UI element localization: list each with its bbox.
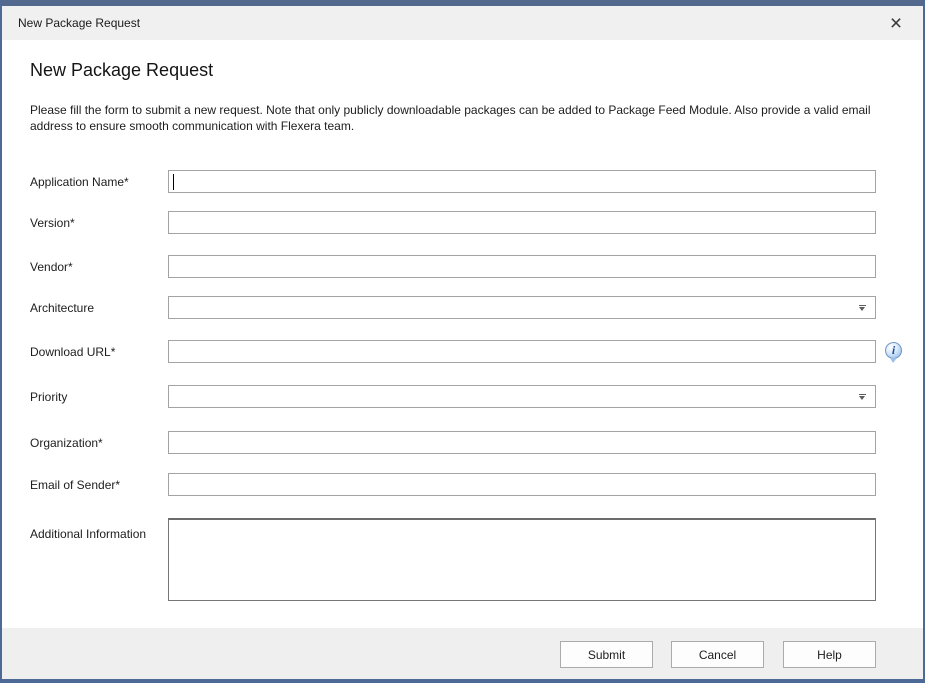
additional-information-textarea[interactable]: [168, 518, 876, 601]
window-title: New Package Request: [18, 16, 140, 30]
titlebar: New Package Request ×: [2, 6, 923, 40]
close-button[interactable]: ×: [881, 10, 911, 37]
application-name-input[interactable]: [168, 170, 876, 193]
download-url-input[interactable]: [168, 340, 876, 363]
field-label: Priority: [30, 390, 67, 404]
field-label: Architecture: [30, 301, 94, 315]
form-row-additional-information: Additional Information: [30, 518, 910, 602]
dropdown-arrow-icon: [859, 305, 866, 311]
form-row-download-url: Download URL* i: [30, 340, 910, 364]
field-label: Version*: [30, 216, 75, 230]
dialog-border-bottom: [0, 679, 925, 683]
dropdown-arrow-icon: [859, 394, 866, 400]
info-balloon-icon[interactable]: i: [885, 342, 902, 359]
form-row-organization: Organization*: [30, 431, 910, 455]
field-label: Email of Sender*: [30, 478, 120, 492]
field-label: Vendor*: [30, 260, 73, 274]
email-of-sender-input[interactable]: [168, 473, 876, 496]
form-row-architecture: Architecture: [30, 296, 910, 320]
page-description: Please fill the form to submit a new req…: [30, 102, 882, 134]
field-label: Organization*: [30, 436, 103, 450]
priority-select[interactable]: [168, 385, 876, 408]
form-row-email-of-sender: Email of Sender*: [30, 473, 910, 497]
organization-input[interactable]: [168, 431, 876, 454]
architecture-select[interactable]: [168, 296, 876, 319]
field-label: Download URL*: [30, 345, 115, 359]
page-title: New Package Request: [30, 60, 213, 81]
form-row-version: Version*: [30, 211, 910, 235]
form-row-priority: Priority: [30, 385, 910, 409]
cancel-button[interactable]: Cancel: [671, 641, 764, 668]
field-label: Application Name*: [30, 175, 129, 189]
help-button[interactable]: Help: [783, 641, 876, 668]
field-label: Additional Information: [30, 527, 146, 541]
version-input[interactable]: [168, 211, 876, 234]
form-row-vendor: Vendor*: [30, 255, 910, 279]
submit-button[interactable]: Submit: [560, 641, 653, 668]
button-bar: Submit Cancel Help: [2, 628, 923, 679]
dialog-new-package-request: New Package Request × New Package Reques…: [0, 0, 925, 683]
text-caret: [173, 174, 174, 190]
dialog-border-left: [0, 0, 2, 683]
form-row-application-name: Application Name*: [30, 170, 910, 194]
vendor-input[interactable]: [168, 255, 876, 278]
close-icon: ×: [890, 12, 902, 35]
